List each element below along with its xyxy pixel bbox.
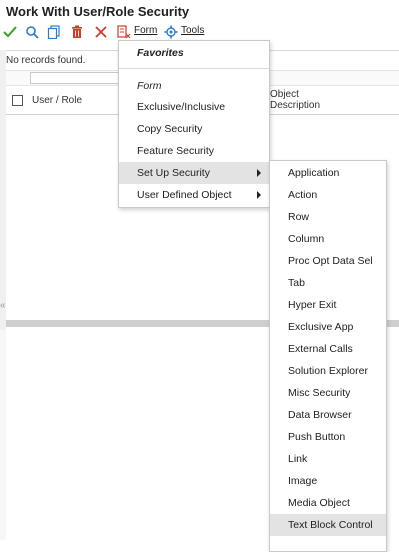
menu-item-exclusive-inclusive[interactable]: Exclusive/Inclusive <box>119 96 269 118</box>
menu-item-label: Copy Security <box>137 123 203 135</box>
submenu-item-row[interactable]: Row <box>270 206 386 228</box>
submenu-item-misc-security[interactable]: Misc Security <box>270 382 386 404</box>
form-icon[interactable] <box>116 24 132 40</box>
favorites-header[interactable]: Favorites <box>137 47 184 59</box>
submenu-item-application[interactable]: Application <box>270 162 386 184</box>
column-header-description-line: Description <box>270 100 321 111</box>
submenu-item-solution-explorer[interactable]: Solution Explorer <box>270 360 386 382</box>
submenu-item-action[interactable]: Action <box>270 184 386 206</box>
submenu-item-label: External Calls <box>288 343 353 355</box>
submenu-arrow-icon <box>257 169 261 177</box>
menu-item-label: User Defined Object <box>137 189 232 201</box>
submenu-item-label: Data Browser <box>288 409 352 421</box>
submenu-item-label: Solution Explorer <box>288 365 368 377</box>
submenu-item-image[interactable]: Image <box>270 470 386 492</box>
submenu-item-label: Application <box>288 167 340 179</box>
submenu-item-label: Proc Opt Data Sel <box>288 255 373 267</box>
submenu-item-label: Action <box>288 189 318 201</box>
menu-separator <box>119 68 269 69</box>
submenu-item-label: Tab <box>288 277 305 289</box>
submenu-item-text-block-control[interactable]: Text Block Control <box>270 514 386 536</box>
menu-item-set-up-security[interactable]: Set Up Security <box>119 162 269 184</box>
menu-item-copy-security[interactable]: Copy Security <box>119 118 269 140</box>
submenu-item-tab[interactable]: Tab <box>270 272 386 294</box>
user-role-filter-input[interactable] <box>30 72 127 84</box>
submenu-item-label: Exclusive App <box>288 321 354 333</box>
form-section-header: Form <box>137 80 162 92</box>
gear-icon[interactable] <box>163 24 179 40</box>
submenu-item-push-button[interactable]: Push Button <box>270 426 386 448</box>
submenu-item-label: Link <box>288 453 308 465</box>
form-menu-button[interactable]: Form <box>134 25 157 36</box>
menu-item-label: Set Up Security <box>137 167 210 179</box>
delete-icon[interactable] <box>69 24 85 40</box>
search-icon[interactable] <box>24 24 40 40</box>
submenu-item-label: Image <box>288 475 318 487</box>
submenu-item-label: Row <box>288 211 310 223</box>
column-header-object-line: Object <box>270 89 299 100</box>
tools-menu-button[interactable]: Tools <box>181 25 204 36</box>
submenu-item-external-calls[interactable]: External Calls <box>270 338 386 360</box>
menu-item-label: Exclusive/Inclusive <box>137 101 226 113</box>
submenu-item-label: Misc Security <box>288 387 351 399</box>
submenu-item-link[interactable]: Link <box>270 448 386 470</box>
submenu-item-exclusive-app[interactable]: Exclusive App <box>270 316 386 338</box>
submenu-item-label: Column <box>288 233 325 245</box>
form-dropdown-menu: Favorites Form Exclusive/Inclusive Copy … <box>118 40 270 208</box>
window-title: Work With User/Role Security <box>6 4 190 19</box>
toolbar: Form Tools <box>0 22 399 42</box>
submenu-item-hyper-exit[interactable]: Hyper Exit <box>270 294 386 316</box>
submenu-item-proc-opt-data-sel[interactable]: Proc Opt Data Sel <box>270 250 386 272</box>
submenu-item-label: Media Object <box>288 497 350 509</box>
close-icon[interactable] <box>93 24 109 40</box>
column-header-user-role[interactable]: User / Role <box>32 95 82 106</box>
submenu-item-label: Push Button <box>288 431 346 443</box>
no-records-message: No records found. <box>6 55 86 66</box>
submenu-item-label: Text Block Control <box>288 519 373 531</box>
set-up-security-submenu: Application Action Row Column Proc Opt D… <box>269 160 387 552</box>
submenu-item-column[interactable]: Column <box>270 228 386 250</box>
menu-item-label: Feature Security <box>137 145 215 157</box>
submenu-item-label: Hyper Exit <box>288 299 337 311</box>
checkmark-icon[interactable] <box>2 24 18 40</box>
menu-item-user-defined-object[interactable]: User Defined Object <box>119 184 269 206</box>
copy-icon[interactable] <box>46 24 62 40</box>
submenu-arrow-icon <box>257 191 261 199</box>
menu-item-feature-security[interactable]: Feature Security <box>119 140 269 162</box>
left-gutter-lower <box>0 330 6 540</box>
select-all-checkbox[interactable] <box>12 95 23 106</box>
scroll-left-icon[interactable]: « <box>0 300 6 311</box>
submenu-item-data-browser[interactable]: Data Browser <box>270 404 386 426</box>
submenu-item-media-object[interactable]: Media Object <box>270 492 386 514</box>
column-header-object-description[interactable]: Object Description <box>270 89 320 111</box>
